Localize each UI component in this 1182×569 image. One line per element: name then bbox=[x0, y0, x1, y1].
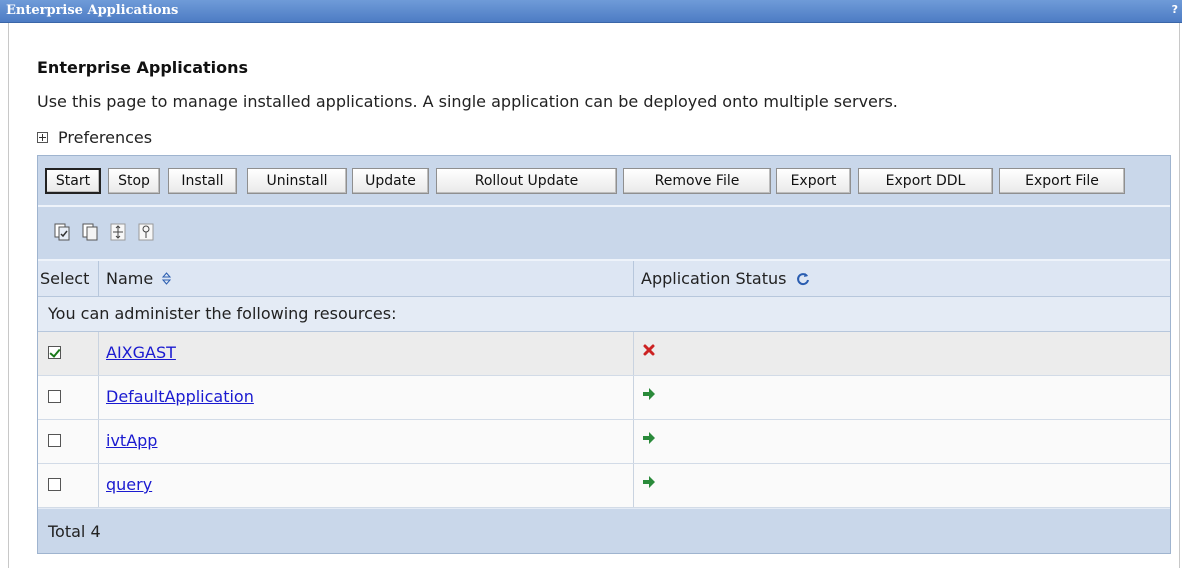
column-divider bbox=[98, 420, 99, 463]
export-button[interactable]: Export bbox=[776, 168, 851, 194]
preferences-toggle[interactable]: Preferences bbox=[37, 128, 152, 147]
row-checkbox[interactable] bbox=[48, 346, 61, 359]
uninstall-button[interactable]: Uninstall bbox=[247, 168, 347, 194]
filter-icon[interactable] bbox=[138, 223, 154, 241]
started-status-icon bbox=[643, 388, 655, 400]
app-link[interactable]: ivtApp bbox=[106, 431, 157, 450]
help-icon[interactable]: ? bbox=[1172, 3, 1178, 16]
name-column-header[interactable]: Name bbox=[106, 269, 172, 288]
refresh-icon[interactable] bbox=[796, 272, 810, 286]
expand-plus-icon[interactable] bbox=[37, 132, 48, 143]
expand-icon[interactable] bbox=[110, 223, 126, 241]
table-row: AIXGAST bbox=[38, 332, 1170, 376]
page-description: Use this page to manage installed applic… bbox=[37, 92, 898, 111]
install-button[interactable]: Install bbox=[168, 168, 237, 194]
button-toolbar: Start Stop Install Uninstall Update Roll… bbox=[38, 156, 1170, 207]
admin-message-row: You can administer the following resourc… bbox=[38, 297, 1170, 332]
table-row: query bbox=[38, 464, 1170, 508]
total-count: Total 4 bbox=[48, 522, 101, 541]
window-title: Enterprise Applications bbox=[6, 3, 179, 18]
icon-toolbar bbox=[38, 207, 1170, 261]
start-button[interactable]: Start bbox=[45, 168, 101, 194]
table-header: Select Name Application Status bbox=[38, 261, 1170, 297]
table-row: ivtApp bbox=[38, 420, 1170, 464]
column-divider bbox=[633, 261, 634, 296]
remove-file-button[interactable]: Remove File bbox=[623, 168, 771, 194]
page-title: Enterprise Applications bbox=[37, 58, 249, 77]
app-link[interactable]: DefaultApplication bbox=[106, 387, 254, 406]
select-all-icon[interactable] bbox=[54, 223, 70, 241]
preferences-label[interactable]: Preferences bbox=[58, 128, 152, 147]
export-ddl-button[interactable]: Export DDL bbox=[858, 168, 993, 194]
row-checkbox[interactable] bbox=[48, 478, 61, 491]
column-divider bbox=[633, 376, 634, 419]
stopped-status-icon bbox=[643, 344, 655, 356]
table-row: DefaultApplication bbox=[38, 376, 1170, 420]
status-column-header: Application Status bbox=[641, 269, 810, 288]
admin-message: You can administer the following resourc… bbox=[48, 304, 397, 323]
applications-table: Start Stop Install Uninstall Update Roll… bbox=[37, 155, 1171, 554]
row-checkbox[interactable] bbox=[48, 434, 61, 447]
column-divider bbox=[98, 261, 99, 296]
column-divider bbox=[633, 332, 634, 375]
export-file-button[interactable]: Export File bbox=[999, 168, 1125, 194]
column-divider bbox=[98, 332, 99, 375]
deselect-all-icon[interactable] bbox=[82, 223, 98, 241]
window-titlebar: Enterprise Applications ? bbox=[0, 0, 1182, 23]
status-header-label: Application Status bbox=[641, 269, 787, 288]
sort-icon[interactable] bbox=[162, 272, 172, 285]
rollout-update-button[interactable]: Rollout Update bbox=[436, 168, 617, 194]
row-checkbox[interactable] bbox=[48, 390, 61, 403]
name-header-label[interactable]: Name bbox=[106, 269, 153, 288]
select-column-header: Select bbox=[40, 269, 90, 288]
column-divider bbox=[98, 464, 99, 507]
app-link[interactable]: query bbox=[106, 475, 152, 494]
column-divider bbox=[98, 376, 99, 419]
table-footer: Total 4 bbox=[38, 509, 1170, 553]
column-divider bbox=[633, 464, 634, 507]
started-status-icon bbox=[643, 476, 655, 488]
started-status-icon bbox=[643, 432, 655, 444]
update-button[interactable]: Update bbox=[352, 168, 429, 194]
column-divider bbox=[633, 420, 634, 463]
app-link[interactable]: AIXGAST bbox=[106, 343, 176, 362]
stop-button[interactable]: Stop bbox=[108, 168, 160, 194]
